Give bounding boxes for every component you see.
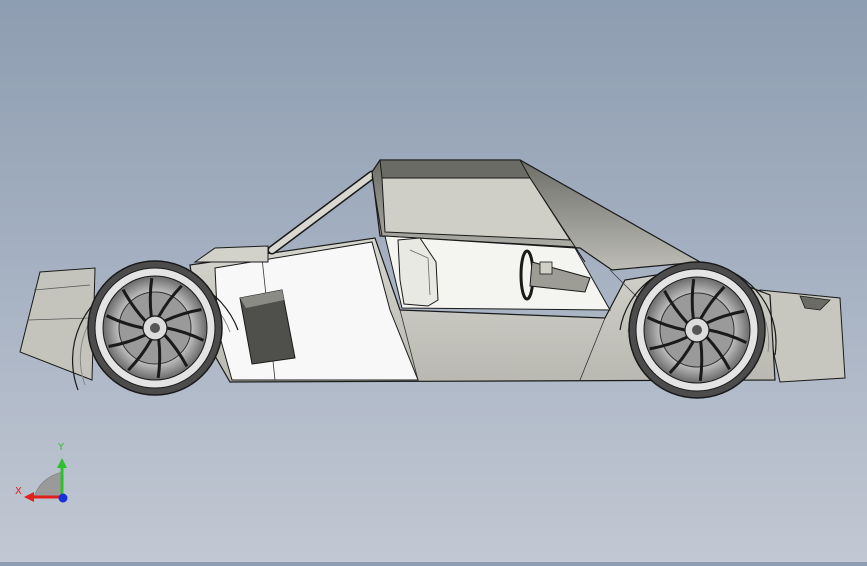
wheel-spoke — [148, 277, 154, 317]
wheel-spoke — [690, 278, 696, 319]
car-model[interactable] — [0, 0, 867, 562]
triad-plane-icon — [33, 471, 63, 498]
coordinate-triad — [24, 458, 68, 503]
wheel-spoke — [698, 341, 704, 382]
triad-x-label: X — [15, 486, 22, 497]
front-wheel — [628, 261, 766, 399]
rear-wheel — [87, 260, 223, 396]
triad-z-axis — [58, 493, 68, 503]
wheel-spoke — [156, 339, 162, 379]
rear-tail — [19, 267, 96, 381]
triad-y-label: Y — [58, 442, 65, 453]
cad-viewport[interactable]: Y X — [0, 0, 867, 562]
